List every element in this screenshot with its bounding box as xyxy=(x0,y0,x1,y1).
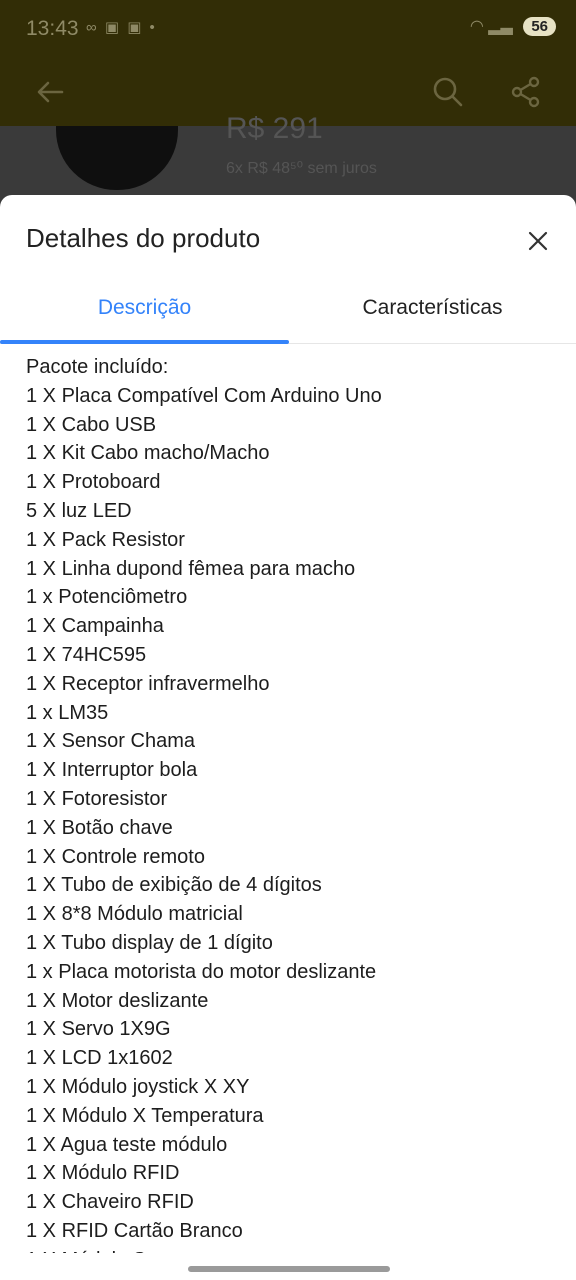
description-line: 1 X Sensor Chama xyxy=(26,730,195,753)
description-line: 1 X Controle remoto xyxy=(26,845,205,868)
description-line: 1 x Potenciômetro xyxy=(26,586,188,609)
sheet-header: Detalhes do produto xyxy=(0,195,576,281)
description-line: 1 X Protoboard xyxy=(26,471,161,494)
tab-bar: Descrição Características xyxy=(0,281,576,344)
description-line: 1 X RFID Cartão Branco xyxy=(26,1219,243,1242)
description-line: 1 X Pack Resistor xyxy=(26,528,185,551)
description-line: 1 X Módulo RFID xyxy=(26,1162,180,1185)
description-line: 1 X LCD 1x1602 xyxy=(26,1047,173,1070)
search-icon[interactable] xyxy=(430,74,466,110)
description-line: 1 X Servo 1X9G xyxy=(26,1018,171,1041)
close-icon[interactable] xyxy=(522,225,554,257)
status-time: 13:43 xyxy=(26,17,79,40)
description-line: 1 x Placa motorista do motor deslizante xyxy=(26,960,377,983)
description-line: 1 X 74HC595 xyxy=(26,643,147,666)
back-arrow-icon[interactable] xyxy=(32,74,68,110)
description-line: 1 X Placa Compatível Com Arduino Uno xyxy=(26,384,382,407)
product-price: R$ 291 xyxy=(226,112,323,145)
home-indicator[interactable] xyxy=(188,1266,390,1272)
status-bar: 13:43 ∞ ▣ ▣ • ◠ ▂▃ 56 xyxy=(0,0,576,60)
description-line: 1 X Fotoresistor xyxy=(26,787,168,810)
description-line: 1 X Botão chave xyxy=(26,816,173,839)
description-line: 1 X Cabo USB xyxy=(26,413,157,436)
description-line: 1 X Campainha xyxy=(26,615,164,638)
description-line: 1 X Motor deslizante xyxy=(26,989,209,1012)
description-line: 5 X luz LED xyxy=(26,499,132,522)
wifi-signal-icon: ◠ ▂▃ xyxy=(469,18,513,35)
battery-badge: 56 xyxy=(523,17,556,36)
description-line: 1 X Módulo joystick X XY xyxy=(26,1075,250,1098)
description-line: 1 X Módulo S... xyxy=(26,1246,556,1253)
status-right: ◠ ▂▃ 56 xyxy=(470,16,556,36)
description-line: 1 X Chaveiro RFID xyxy=(26,1191,194,1214)
tab-descricao[interactable]: Descrição xyxy=(0,281,289,344)
description-line: 1 X Tubo de exibição de 4 dígitos xyxy=(26,874,322,897)
description-line: 1 X Receptor infravermelho xyxy=(26,672,270,695)
description-content[interactable]: Pacote incluído: 1 X Placa Compatível Com… xyxy=(26,353,556,1253)
share-icon[interactable] xyxy=(508,74,544,110)
description-line: 1 x LM35 xyxy=(26,701,109,724)
product-installments: 6x R$ 48⁵⁰ sem juros xyxy=(226,160,377,177)
description-line: 1 X Agua teste módulo xyxy=(26,1133,228,1156)
description-line: 1 X Kit Cabo macho/Macho xyxy=(26,442,270,465)
product-details-sheet: Detalhes do produto Descrição Caracterís… xyxy=(0,195,576,1280)
tab-caracteristicas[interactable]: Características xyxy=(289,281,576,343)
description-line: Pacote incluído: xyxy=(26,356,169,378)
description-line: 1 X 8*8 Módulo matricial xyxy=(26,903,243,926)
product-image xyxy=(56,126,178,190)
description-line: 1 X Módulo X Temperatura xyxy=(26,1104,264,1127)
description-line: 1 X Linha dupond fêmea para macho xyxy=(26,557,356,580)
description-line: 1 X Tubo display de 1 dígito xyxy=(26,931,273,954)
notification-icons: ∞ ▣ ▣ • xyxy=(86,19,157,36)
sheet-title: Detalhes do produto xyxy=(26,223,261,253)
description-line: 1 X Interruptor bola xyxy=(26,759,198,782)
